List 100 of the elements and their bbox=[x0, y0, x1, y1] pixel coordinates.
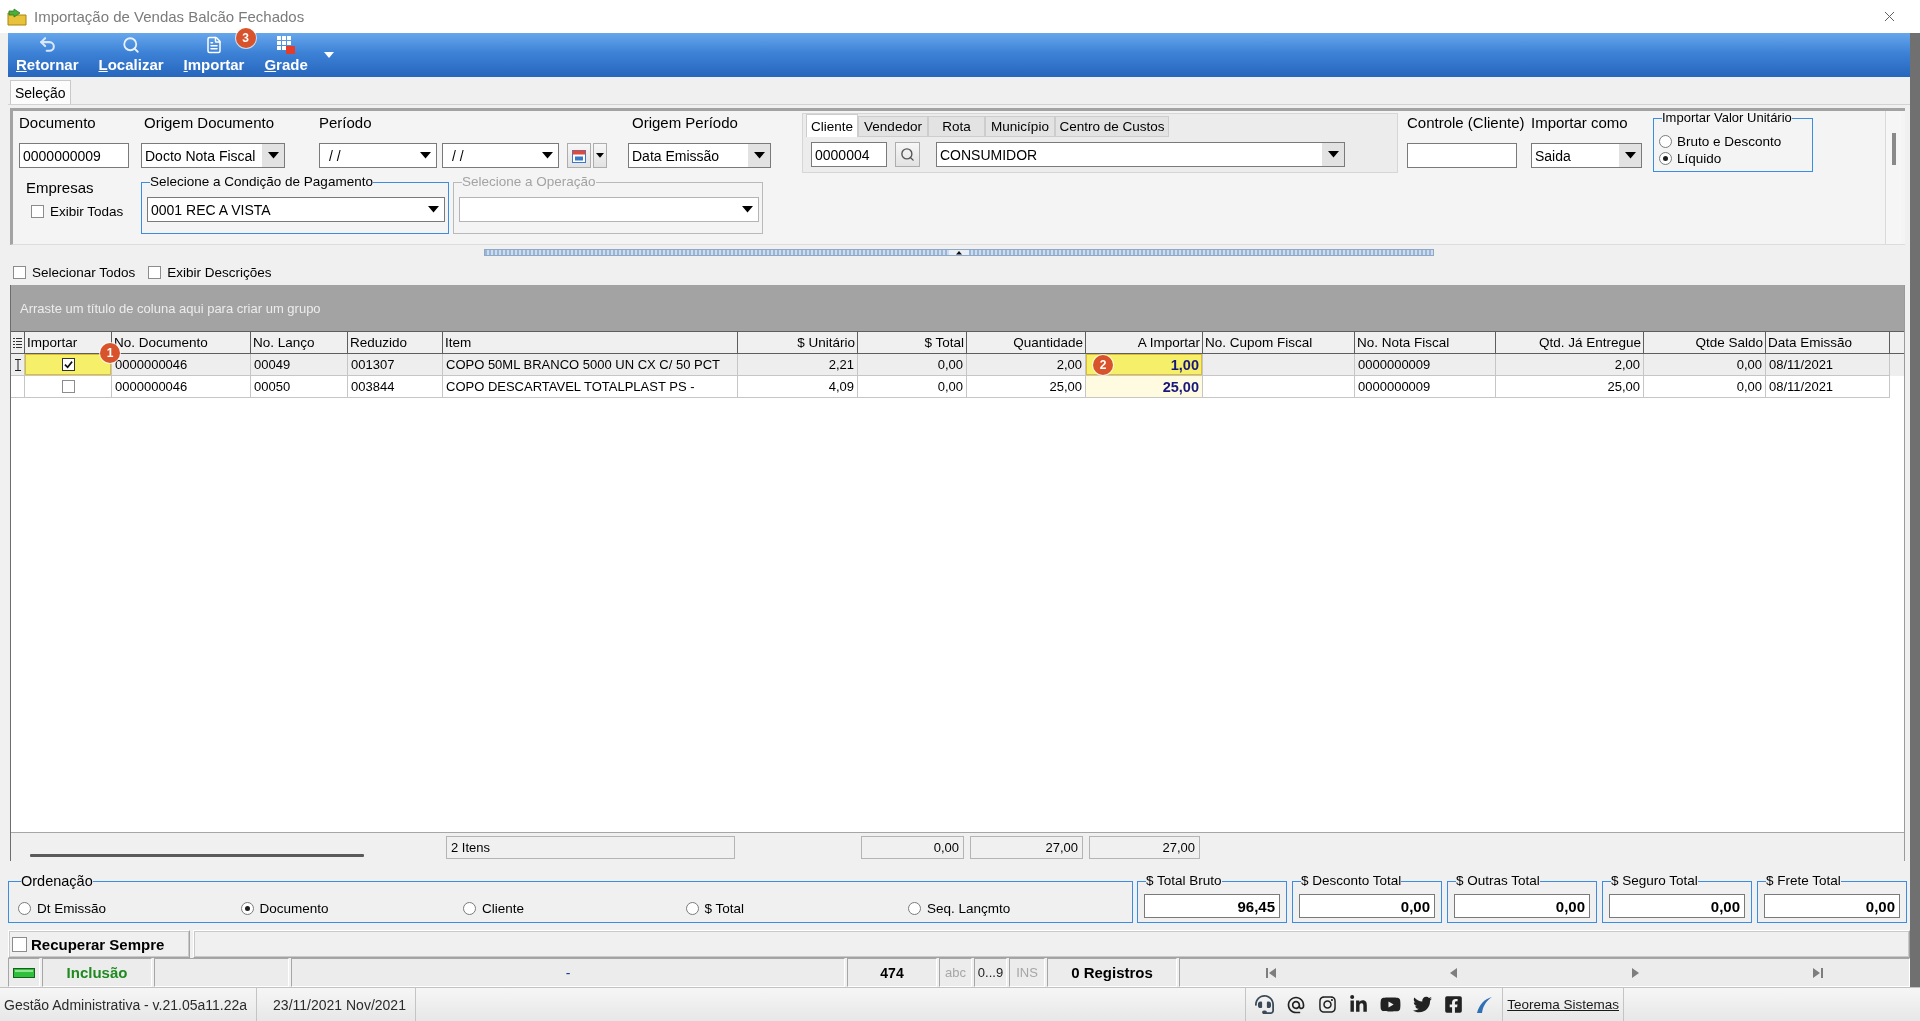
text-field[interactable]: 0000000009 bbox=[19, 143, 129, 168]
dropdown-field[interactable]: Data Emissão bbox=[628, 143, 771, 168]
total-field[interactable]: 0,00 bbox=[1454, 894, 1590, 918]
field-label: Período bbox=[319, 113, 372, 133]
tab[interactable]: Vendedor bbox=[858, 116, 928, 137]
checkbox[interactable] bbox=[12, 936, 27, 952]
column-header[interactable]: $ Unitário bbox=[738, 331, 858, 354]
radio-button[interactable] bbox=[685, 902, 699, 915]
radio-button[interactable] bbox=[1659, 135, 1672, 148]
tab[interactable]: Município bbox=[985, 116, 1055, 137]
table-cell: 00050 bbox=[251, 376, 348, 398]
grid-icon bbox=[277, 36, 296, 54]
tab[interactable]: Centro de Custos bbox=[1055, 116, 1169, 137]
column-header[interactable]: Qtd. Já Entregue bbox=[1496, 331, 1644, 354]
mode-status: Inclusão bbox=[42, 958, 152, 987]
column-header[interactable]: Reduzido bbox=[348, 331, 443, 354]
check-icon bbox=[63, 360, 73, 369]
radio-button[interactable] bbox=[240, 902, 254, 915]
toolbar-button[interactable]: Localizar bbox=[94, 35, 168, 75]
dropdown-field[interactable]: Docto Nota Fiscal bbox=[141, 143, 285, 168]
checkbox-label: Selecionar Todos bbox=[32, 264, 136, 280]
headset-icon[interactable] bbox=[1255, 995, 1275, 1014]
total-field[interactable]: 0,00 bbox=[1609, 894, 1745, 918]
splitter-handle[interactable] bbox=[484, 248, 1434, 256]
tab[interactable]: Rota bbox=[928, 116, 985, 137]
dropdown-field[interactable]: Saida bbox=[1531, 143, 1642, 168]
dropdown-field[interactable]: / / bbox=[319, 143, 437, 168]
status-message: - bbox=[291, 958, 845, 987]
last-page-icon[interactable] bbox=[1811, 966, 1824, 979]
tab[interactable]: Seleção bbox=[10, 80, 71, 104]
status-flag: 0...9 bbox=[974, 958, 1007, 987]
checkbox[interactable] bbox=[61, 380, 75, 393]
dropdown-field[interactable]: CONSUMIDOR bbox=[936, 142, 1345, 167]
text-field[interactable] bbox=[1407, 143, 1517, 168]
linkedin-icon[interactable] bbox=[1349, 995, 1369, 1014]
record-count: 0 Registros bbox=[1047, 958, 1177, 987]
checkbox[interactable] bbox=[31, 204, 44, 218]
column-header[interactable]: A Importar bbox=[1086, 331, 1203, 354]
app-icon bbox=[7, 7, 27, 26]
column-header[interactable]: No. Documento bbox=[112, 331, 251, 354]
table-cell[interactable]: 25,00 bbox=[1086, 376, 1203, 398]
toolbar-button[interactable]: Grade bbox=[260, 35, 312, 75]
group-title: Selecione a Condição de Pagamento bbox=[150, 174, 373, 190]
first-page-icon[interactable] bbox=[1265, 966, 1278, 979]
column-header[interactable]: No. Cupom Fiscal bbox=[1203, 331, 1355, 354]
status-flag: abc bbox=[939, 958, 972, 987]
twitter-icon[interactable] bbox=[1413, 995, 1433, 1014]
option-label: Documento bbox=[259, 901, 329, 916]
search-icon bbox=[122, 36, 141, 54]
checkbox[interactable] bbox=[148, 265, 162, 279]
at-sign-icon[interactable] bbox=[1286, 994, 1307, 1015]
checkbox[interactable] bbox=[61, 358, 75, 371]
checkbox-label: Exibir Descrições bbox=[167, 264, 272, 280]
facebook-icon[interactable] bbox=[1444, 995, 1464, 1014]
window-title: Importação de Vendas Balcão Fechados bbox=[34, 8, 305, 25]
group-by-hint: Arraste um título de coluna aqui para criar um grupo bbox=[20, 300, 321, 316]
website-link[interactable]: Teorema Sistemas bbox=[1503, 988, 1624, 1021]
group-title: $ Total Bruto bbox=[1146, 873, 1222, 889]
total-field[interactable]: 0,00 bbox=[1764, 894, 1900, 918]
caret-icon bbox=[1624, 152, 1636, 159]
column-header[interactable]: Item bbox=[443, 331, 738, 354]
calendar-button[interactable] bbox=[567, 143, 591, 168]
dropdown-arrow-icon[interactable] bbox=[323, 52, 334, 58]
checkbox[interactable] bbox=[13, 265, 26, 279]
radio-button[interactable] bbox=[1659, 152, 1672, 165]
text-field[interactable]: 0000004 bbox=[811, 142, 887, 167]
radio-button[interactable] bbox=[908, 902, 921, 915]
toolbar-button[interactable]: Retornar bbox=[12, 35, 83, 75]
caret-icon bbox=[1327, 151, 1339, 158]
field-label: Empresas bbox=[26, 178, 94, 198]
tab[interactable]: Cliente bbox=[806, 114, 858, 137]
radio-button[interactable] bbox=[18, 902, 31, 915]
field-label: Importar como bbox=[1531, 113, 1628, 133]
scrollbar-thumb[interactable] bbox=[30, 854, 364, 857]
calendar-icon bbox=[571, 147, 587, 164]
option-label: $ Total bbox=[704, 901, 745, 916]
search-button[interactable] bbox=[895, 142, 920, 167]
column-header[interactable]: No. Nota Fiscal bbox=[1355, 331, 1496, 354]
option-label: Líquido bbox=[1677, 151, 1722, 166]
field-label: Controle (Cliente) bbox=[1407, 113, 1525, 133]
column-header[interactable]: $ Total bbox=[858, 331, 967, 354]
step-number-badge: 2 bbox=[1093, 354, 1113, 375]
total-field[interactable]: 0,00 bbox=[1299, 894, 1435, 918]
dropdown-button[interactable] bbox=[593, 143, 607, 168]
summary-total: 27,00 bbox=[970, 835, 1083, 859]
table-cell: 0000000009 bbox=[1355, 376, 1496, 398]
option-label: Seq. Lançmto bbox=[927, 901, 1011, 916]
total-field[interactable]: 96,45 bbox=[1144, 894, 1280, 918]
column-header[interactable]: No. Lanço bbox=[251, 331, 348, 354]
instagram-icon[interactable] bbox=[1318, 995, 1338, 1014]
column-header[interactable]: Qtde Saldo bbox=[1644, 331, 1766, 354]
dropdown-field[interactable]: 0001 REC A VISTA bbox=[147, 197, 445, 222]
dropdown-field[interactable]: / / bbox=[442, 143, 559, 168]
column-header[interactable]: Data Emissão bbox=[1766, 331, 1890, 354]
scrollbar-thumb[interactable] bbox=[1891, 133, 1896, 165]
field-label: Origem Período bbox=[632, 113, 738, 133]
list-icon[interactable] bbox=[13, 337, 22, 348]
column-header[interactable]: Quantidade bbox=[967, 331, 1086, 354]
radio-button[interactable] bbox=[463, 902, 476, 915]
table-cell[interactable]: 2 1,00 bbox=[1086, 354, 1203, 376]
